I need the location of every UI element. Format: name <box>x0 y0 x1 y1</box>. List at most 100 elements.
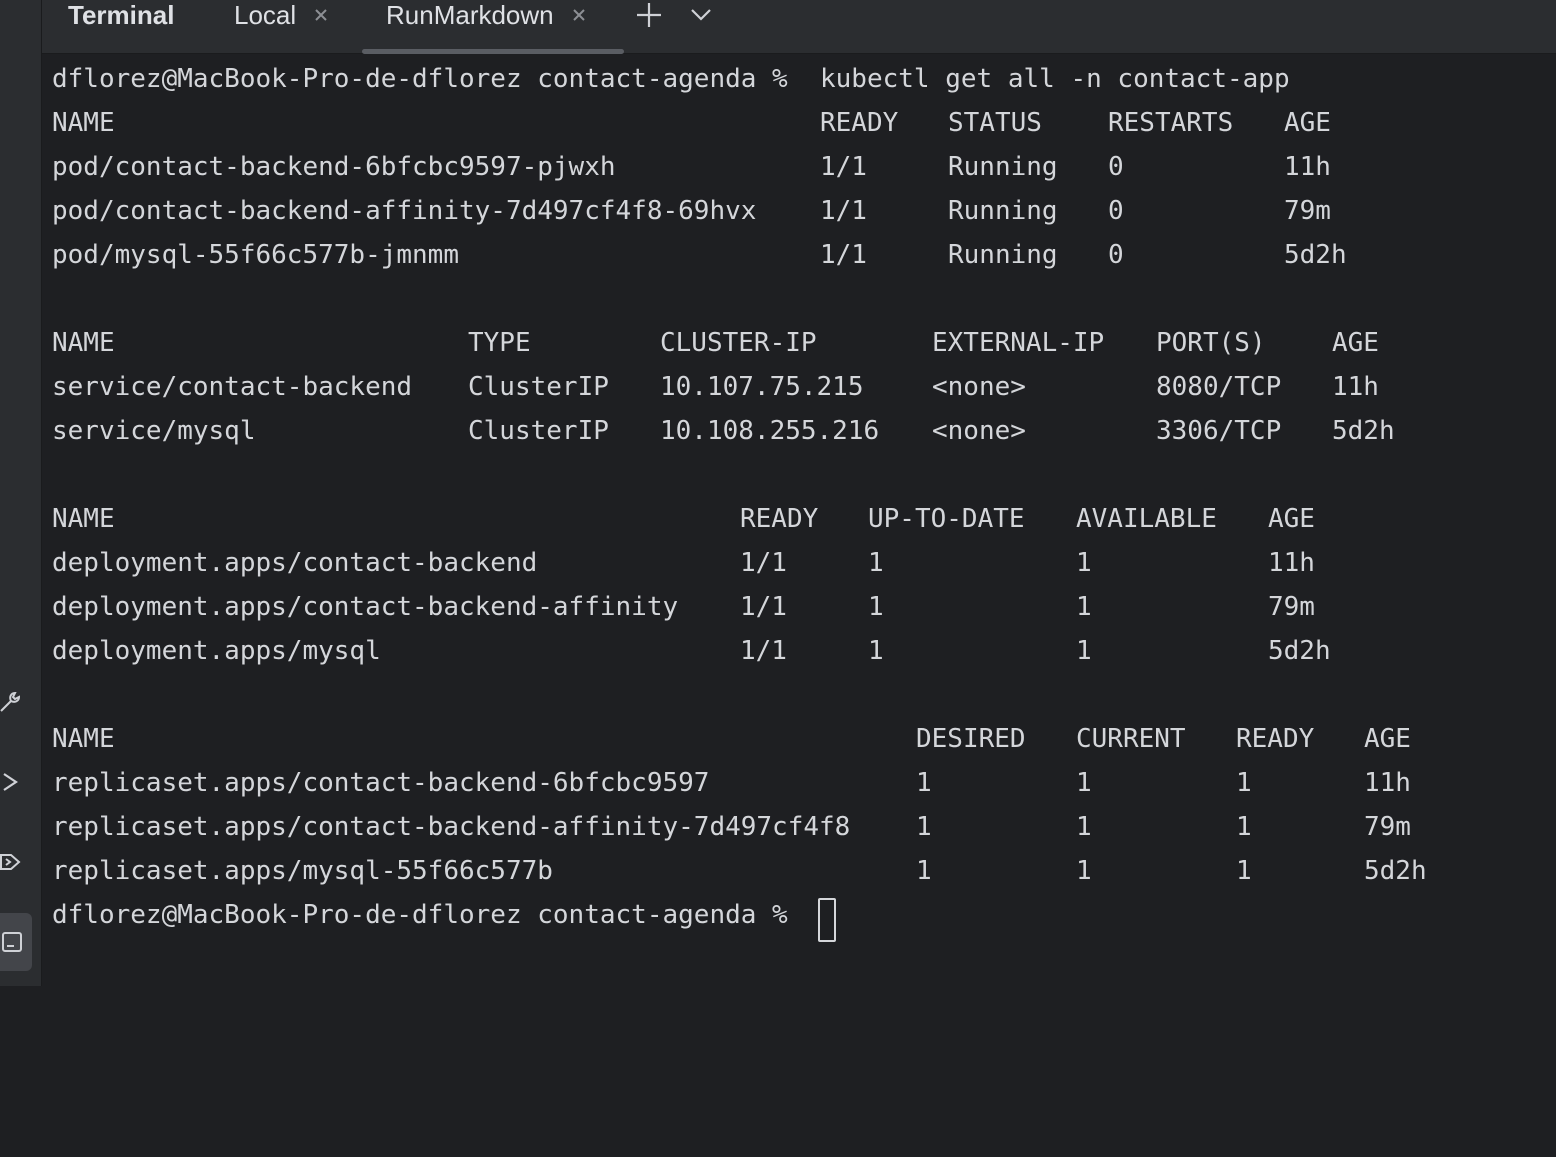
column-header: AGE <box>1284 108 1331 138</box>
replicaset-desired: 1 <box>916 768 932 798</box>
services-icon[interactable] <box>0 842 30 882</box>
column-header: CURRENT <box>1076 724 1186 754</box>
replicasets-header-row: NAME DESIRED CURRENT READY AGE <box>52 717 1552 761</box>
close-icon[interactable] <box>570 6 588 24</box>
pods-header-row: NAME READY STATUS RESTARTS AGE <box>52 101 1552 145</box>
pod-restarts: 0 <box>1108 196 1124 226</box>
deployment-ready: 1/1 <box>740 636 787 666</box>
service-type: ClusterIP <box>468 416 609 446</box>
column-header: NAME <box>52 724 115 754</box>
pod-status: Running <box>948 152 1058 182</box>
deployment-row: deployment.apps/mysql 1/1 1 1 5d2h <box>52 629 1552 673</box>
pod-status: Running <box>948 240 1058 270</box>
column-header: PORT(S) <box>1156 328 1266 358</box>
column-header: AGE <box>1268 504 1315 534</box>
tab-label: Local <box>234 0 297 30</box>
replicaset-age: 11h <box>1364 768 1411 798</box>
service-ports: 8080/TCP <box>1156 372 1282 402</box>
deployment-ready: 1/1 <box>740 592 787 622</box>
replicaset-row: replicaset.apps/contact-backend-6bfcbc95… <box>52 761 1552 805</box>
pod-ready: 1/1 <box>820 152 867 182</box>
build-tools-icon[interactable] <box>0 682 30 722</box>
column-header: READY <box>1236 724 1315 754</box>
pod-name: pod/contact-backend-6bfcbc9597-pjwxh <box>52 152 616 182</box>
column-header: UP-TO-DATE <box>868 504 1025 534</box>
shell-prompt: dflorez@MacBook-Pro-de-dflorez contact-a… <box>52 64 788 94</box>
tool-window-bar <box>0 0 42 986</box>
column-header: NAME <box>52 504 115 534</box>
close-icon[interactable] <box>312 6 330 24</box>
run-icon[interactable] <box>0 762 30 802</box>
deployment-name: deployment.apps/contact-backend <box>52 548 538 578</box>
deployment-up-to-date: 1 <box>868 636 884 666</box>
pod-restarts: 0 <box>1108 152 1124 182</box>
replicaset-current: 1 <box>1076 856 1092 886</box>
deployment-ready: 1/1 <box>740 548 787 578</box>
tab-label: RunMarkdown <box>386 0 554 30</box>
column-header: EXTERNAL-IP <box>932 328 1105 358</box>
replicaset-current: 1 <box>1076 812 1092 842</box>
deployment-age: 5d2h <box>1268 636 1331 666</box>
terminal-output[interactable]: dflorez@MacBook-Pro-de-dflorez contact-a… <box>42 55 1556 986</box>
service-name: service/mysql <box>52 416 256 446</box>
deployment-age: 11h <box>1268 548 1315 578</box>
service-external-ip: <none> <box>932 416 1026 446</box>
replicaset-ready: 1 <box>1236 812 1252 842</box>
service-ports: 3306/TCP <box>1156 416 1282 446</box>
deployments-header-row: NAME READY UP-TO-DATE AVAILABLE AGE <box>52 497 1552 541</box>
column-header: NAME <box>52 328 115 358</box>
new-tab-plus-icon[interactable] <box>632 0 666 30</box>
pod-status: Running <box>948 196 1058 226</box>
pod-age: 5d2h <box>1284 240 1347 270</box>
tool-window-title: Terminal <box>68 0 175 30</box>
deployment-up-to-date: 1 <box>868 592 884 622</box>
pod-ready: 1/1 <box>820 196 867 226</box>
deployment-row: deployment.apps/contact-backend-affinity… <box>52 585 1552 629</box>
service-cluster-ip: 10.107.75.215 <box>660 372 864 402</box>
replicaset-name: replicaset.apps/mysql-55f66c577b <box>52 856 553 886</box>
pod-age: 11h <box>1284 152 1331 182</box>
pod-restarts: 0 <box>1108 240 1124 270</box>
chevron-down-icon[interactable] <box>684 0 718 30</box>
pod-row: pod/contact-backend-6bfcbc9597-pjwxh 1/1… <box>52 145 1552 189</box>
service-cluster-ip: 10.108.255.216 <box>660 416 880 446</box>
deployment-available: 1 <box>1076 592 1092 622</box>
pod-row: pod/contact-backend-affinity-7d497cf4f8-… <box>52 189 1552 233</box>
column-header: DESIRED <box>916 724 1026 754</box>
service-row: service/contact-backend ClusterIP 10.107… <box>52 365 1552 409</box>
text-cursor[interactable] <box>818 898 836 942</box>
terminal-tool-icon[interactable] <box>0 913 32 971</box>
column-header: TYPE <box>468 328 531 358</box>
deployment-available: 1 <box>1076 548 1092 578</box>
replicaset-age: 5d2h <box>1364 856 1427 886</box>
deployment-name: deployment.apps/mysql <box>52 636 381 666</box>
column-header: AGE <box>1332 328 1379 358</box>
replicaset-name: replicaset.apps/contact-backend-6bfcbc95… <box>52 768 710 798</box>
replicaset-desired: 1 <box>916 856 932 886</box>
tab-local[interactable]: Local <box>234 0 330 30</box>
pod-row: pod/mysql-55f66c577b-jmnmm 1/1 Running 0… <box>52 233 1552 277</box>
column-header: CLUSTER-IP <box>660 328 817 358</box>
pod-name: pod/contact-backend-affinity-7d497cf4f8-… <box>52 196 757 226</box>
pod-ready: 1/1 <box>820 240 867 270</box>
deployment-name: deployment.apps/contact-backend-affinity <box>52 592 679 622</box>
service-row: service/mysql ClusterIP 10.108.255.216 <… <box>52 409 1552 453</box>
service-type: ClusterIP <box>468 372 609 402</box>
command-line: dflorez@MacBook-Pro-de-dflorez contact-a… <box>52 57 1552 101</box>
deployment-available: 1 <box>1076 636 1092 666</box>
replicaset-row: replicaset.apps/contact-backend-affinity… <box>52 805 1552 849</box>
deployment-age: 79m <box>1268 592 1315 622</box>
column-header: NAME <box>52 108 115 138</box>
terminal-tab-bar: Terminal Local RunMarkdown <box>42 0 1556 54</box>
column-header: READY <box>740 504 819 534</box>
replicaset-desired: 1 <box>916 812 932 842</box>
tab-runmarkdown[interactable]: RunMarkdown <box>386 0 588 30</box>
command-text: kubectl get all -n contact-app <box>820 64 1290 94</box>
replicaset-ready: 1 <box>1236 856 1252 886</box>
active-prompt-line[interactable]: dflorez@MacBook-Pro-de-dflorez contact-a… <box>52 893 1552 942</box>
replicaset-current: 1 <box>1076 768 1092 798</box>
service-age: 11h <box>1332 372 1379 402</box>
deployment-up-to-date: 1 <box>868 548 884 578</box>
replicaset-age: 79m <box>1364 812 1411 842</box>
service-name: service/contact-backend <box>52 372 413 402</box>
